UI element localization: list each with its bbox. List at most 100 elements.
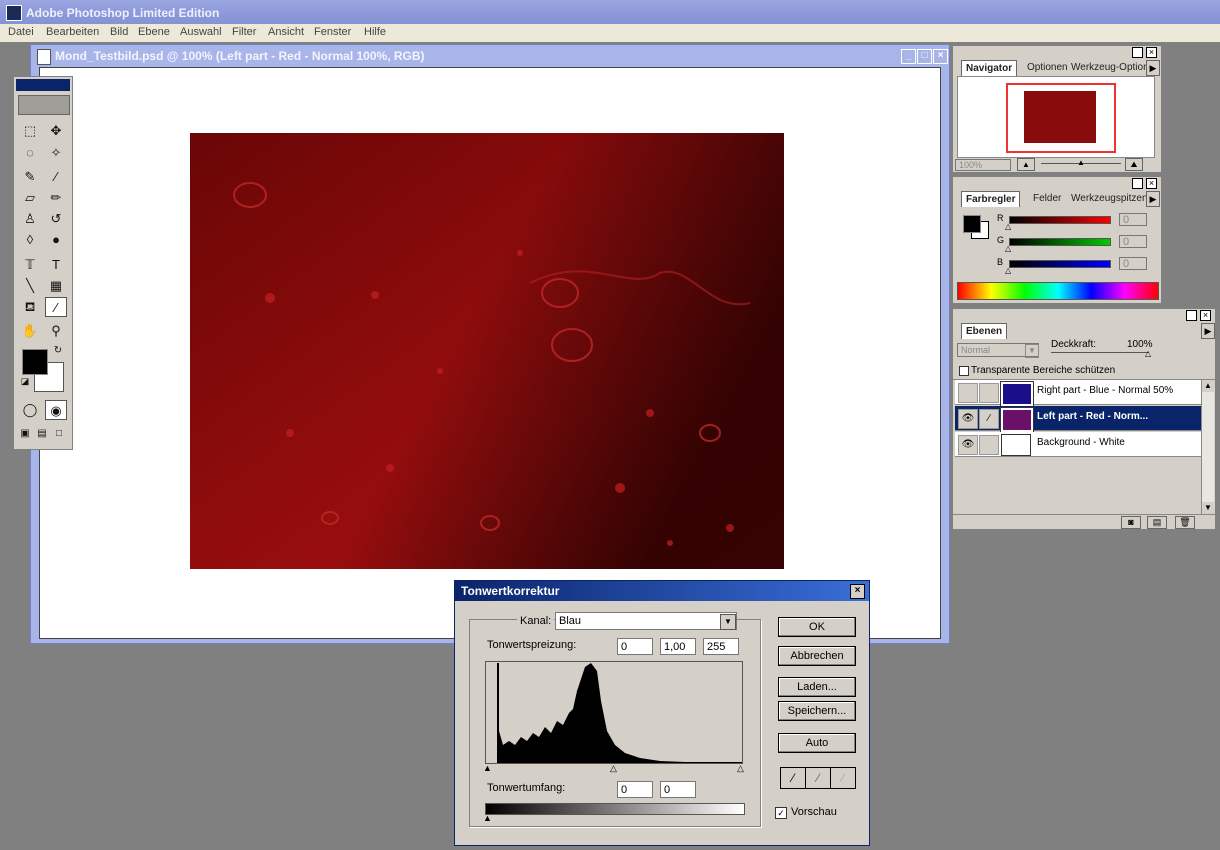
menu-ebene[interactable]: Ebene [138, 26, 170, 38]
g-value-field[interactable]: 0 [1119, 235, 1147, 248]
menu-filter[interactable]: Filter [232, 26, 256, 38]
minimize-palette-icon[interactable] [1186, 310, 1197, 321]
load-button[interactable]: Laden... [778, 677, 856, 697]
eye-icon[interactable]: 👁 [958, 435, 978, 455]
stamp-tool-icon[interactable]: ♙ [19, 209, 41, 229]
input-gamma-slider-icon[interactable]: △ [610, 763, 617, 774]
color-spectrum-bar[interactable] [957, 282, 1159, 300]
menu-auswahl[interactable]: Auswahl [180, 26, 222, 38]
g-slider-thumb[interactable]: △ [1005, 244, 1011, 253]
hand-tool-icon[interactable]: ✋ [19, 321, 41, 341]
close-palette-icon[interactable]: × [1200, 310, 1211, 321]
quickmask-mode-icon[interactable]: ◉ [45, 400, 67, 420]
menu-bild[interactable]: Bild [110, 26, 128, 38]
levels-dialog-title-bar[interactable]: Tonwertkorrektur × [455, 581, 869, 601]
type-mask-tool-icon[interactable]: 𝕋 [19, 255, 41, 275]
brush-tool-icon[interactable]: ∕ [45, 167, 67, 187]
zoom-field[interactable]: 100% [955, 159, 1011, 171]
layer-row-selected[interactable]: 👁 ∕ Left part - Red - Norm... [955, 406, 1201, 433]
layer-visibility-toggle[interactable] [958, 383, 978, 403]
toolbox-drag-bar[interactable] [16, 79, 70, 91]
r-value-field[interactable]: 0 [1119, 213, 1147, 226]
close-palette-icon[interactable]: × [1146, 178, 1157, 189]
output-white-field[interactable]: 0 [660, 781, 696, 798]
foreground-color-swatch[interactable] [22, 349, 48, 375]
input-black-field[interactable]: 0 [617, 638, 653, 655]
palette-menu-arrow-icon[interactable]: ▶ [1146, 191, 1160, 207]
preview-checkbox[interactable]: ✓ [775, 807, 787, 819]
line-tool-icon[interactable]: ╲ [19, 276, 41, 296]
gray-eyedropper-icon[interactable]: ⁄ [805, 767, 831, 789]
zoom-out-icon[interactable]: ▲ [1017, 158, 1035, 171]
close-dialog-icon[interactable]: × [850, 584, 865, 599]
color-fg-swatch[interactable] [963, 215, 981, 233]
b-value-field[interactable]: 0 [1119, 257, 1147, 270]
layer-mask-icon[interactable]: ◙ [1121, 516, 1141, 529]
layer-row[interactable]: Right part - Blue - Normal 50% [955, 380, 1201, 407]
burn-tool-icon[interactable]: ● [45, 230, 67, 250]
minimize-palette-icon[interactable] [1132, 47, 1143, 58]
eye-icon[interactable]: 👁 [958, 409, 978, 429]
lock-transparency-checkbox[interactable] [959, 366, 969, 376]
layer-row[interactable]: 👁 Background - White [955, 432, 1201, 457]
input-white-slider-icon[interactable]: △ [737, 763, 744, 774]
blur-tool-icon[interactable]: ◊ [19, 230, 41, 250]
tab-werkzeugspitzen[interactable]: Werkzeugspitzen [1067, 191, 1152, 206]
tab-optionen[interactable]: Optionen [1023, 60, 1072, 75]
type-tool-icon[interactable]: T [45, 255, 67, 275]
document-title-bar[interactable]: Mond_Testbild.psd @ 100% (Left part - Re… [31, 45, 949, 67]
eraser-tool-icon[interactable]: ▱ [19, 188, 41, 208]
menu-bearbeiten[interactable]: Bearbeiten [46, 26, 99, 38]
canvas-area[interactable] [39, 67, 941, 639]
channel-select[interactable]: Blau [555, 612, 737, 630]
output-black-slider-icon[interactable]: ▲ [483, 813, 492, 823]
maximize-button[interactable]: □ [917, 49, 932, 64]
auto-button[interactable]: Auto [778, 733, 856, 753]
r-slider-thumb[interactable]: △ [1005, 222, 1011, 231]
zoom-tool-icon[interactable]: ⚲ [45, 321, 67, 341]
input-black-slider-icon[interactable]: ▲ [483, 763, 492, 773]
trash-icon[interactable]: 🗑 [1175, 516, 1195, 529]
gradient-tool-icon[interactable]: ▦ [45, 276, 67, 296]
layer-link-toggle[interactable] [979, 383, 999, 403]
black-eyedropper-icon[interactable]: ⁄ [780, 767, 806, 789]
b-slider-thumb[interactable]: △ [1005, 266, 1011, 275]
layers-palette-header[interactable]: × [953, 309, 1215, 321]
tab-navigator[interactable]: Navigator [961, 60, 1018, 76]
screen-mode-full-icon[interactable]: □ [51, 424, 67, 444]
channel-dropdown-arrow-icon[interactable]: ▼ [720, 614, 736, 630]
eyedropper-tool-icon[interactable]: ⁄ [45, 297, 67, 317]
layer-link-toggle[interactable] [979, 435, 999, 455]
input-gamma-field[interactable]: 1,00 [660, 638, 696, 655]
new-layer-icon[interactable]: ▤ [1147, 516, 1167, 529]
menu-hilfe[interactable]: Hilfe [364, 26, 386, 38]
screen-mode-full-menu-icon[interactable]: ▤ [34, 424, 50, 444]
marquee-tool-icon[interactable]: ⬚ [19, 121, 41, 141]
magic-wand-tool-icon[interactable]: ✧ [45, 143, 67, 163]
ok-button[interactable]: OK [778, 617, 856, 637]
input-white-field[interactable]: 255 [703, 638, 739, 655]
standard-mode-icon[interactable]: ◯ [19, 400, 41, 420]
b-slider-track[interactable] [1009, 260, 1111, 268]
menu-fenster[interactable]: Fenster [314, 26, 351, 38]
navigator-preview[interactable] [957, 76, 1155, 158]
palette-menu-arrow-icon[interactable]: ▶ [1201, 323, 1215, 339]
white-eyedropper-icon[interactable]: ⁄ [830, 767, 856, 789]
opacity-slider-thumb[interactable]: △ [1145, 349, 1151, 358]
lasso-tool-icon[interactable]: ◌ [19, 143, 41, 163]
color-palette-header[interactable]: × [953, 177, 1161, 189]
navigator-palette-header[interactable]: × [953, 46, 1161, 58]
swap-colors-icon[interactable]: ↻ [52, 345, 64, 357]
histogram[interactable] [485, 661, 745, 765]
pencil-tool-icon[interactable]: ✏ [45, 188, 67, 208]
tab-felder[interactable]: Felder [1029, 191, 1065, 206]
g-slider-track[interactable] [1009, 238, 1111, 246]
moon-image[interactable] [190, 133, 784, 569]
tab-farbregler[interactable]: Farbregler [961, 191, 1021, 207]
layers-scrollbar[interactable]: ▲ ▼ [1201, 380, 1214, 514]
zoom-in-icon[interactable]: ⛰ [1125, 158, 1143, 171]
r-slider-track[interactable] [1009, 216, 1111, 224]
move-tool-icon[interactable]: ✥ [45, 121, 67, 141]
menu-ansicht[interactable]: Ansicht [268, 26, 304, 38]
zoom-slider-thumb[interactable]: ▲ [1077, 158, 1085, 167]
